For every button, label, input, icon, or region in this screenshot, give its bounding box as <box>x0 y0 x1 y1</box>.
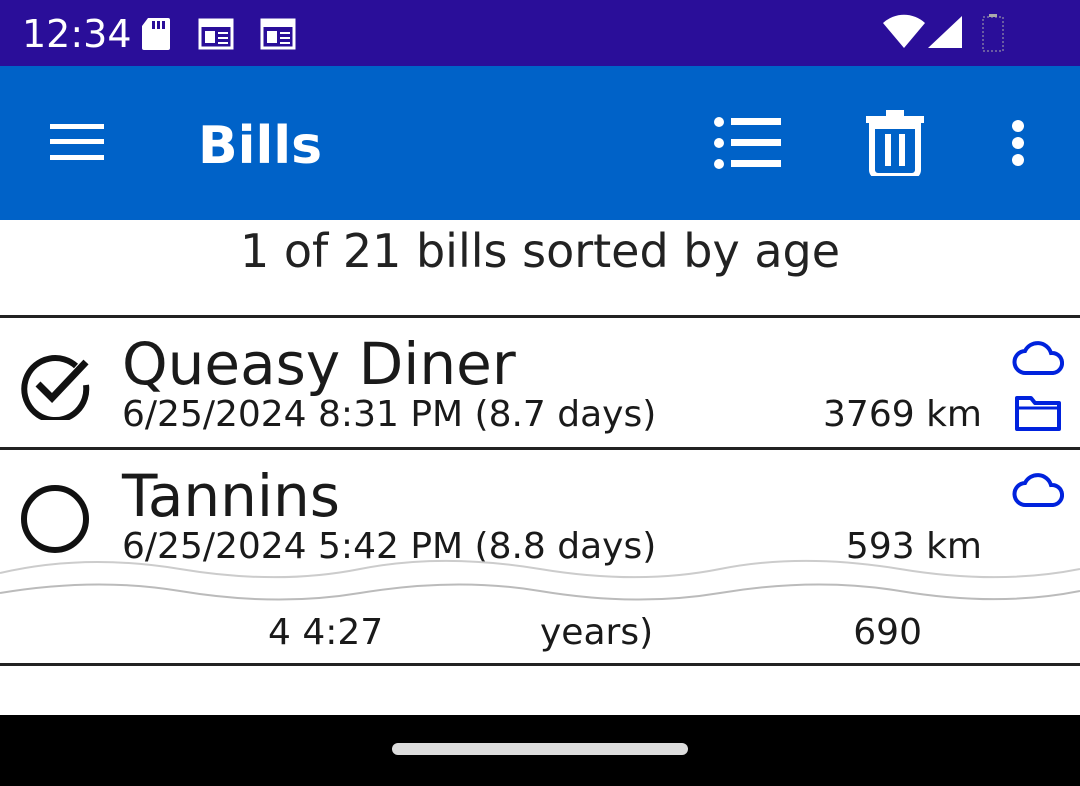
bill-name: Tannins <box>122 462 340 530</box>
summary-text: 1 of 21 bills sorted by age <box>239 224 841 278</box>
bill-distance: 3769 km <box>823 394 982 435</box>
calendar-icon <box>260 18 296 50</box>
bill-date: 6/25/2024 8:31 PM (8.7 days) <box>122 394 657 435</box>
bill-name: Queasy Diner <box>122 330 516 398</box>
navigation-bar <box>0 715 1080 786</box>
list-item[interactable]: Queasy Diner 6/25/2024 8:31 PM (8.7 days… <box>0 315 1080 448</box>
page-title: Bills <box>198 116 323 176</box>
more-options-icon[interactable] <box>1011 120 1025 166</box>
bill-date-fragment: years) <box>540 612 654 653</box>
signal-icon <box>928 16 962 48</box>
menu-icon[interactable] <box>50 122 104 162</box>
cloud-icon[interactable] <box>1012 340 1064 376</box>
app-bar: Bills <box>0 66 1080 220</box>
home-handle[interactable] <box>392 743 688 755</box>
cloud-icon[interactable] <box>1012 472 1064 508</box>
battery-icon <box>982 14 1004 52</box>
folder-icon[interactable] <box>1014 394 1062 432</box>
status-time: 12:34 <box>22 12 132 56</box>
unchecked-circle-icon[interactable] <box>20 484 90 554</box>
list-view-icon[interactable] <box>713 116 781 170</box>
check-circle-icon[interactable] <box>20 350 90 420</box>
bill-date-fragment: 4 4:27 <box>268 612 384 653</box>
status-bar: 12:34 <box>0 0 1080 66</box>
torn-edge <box>0 559 1080 601</box>
bill-distance-fragment: 690 <box>853 612 922 653</box>
list-item[interactable] <box>0 663 1080 718</box>
sd-card-icon <box>142 18 170 50</box>
calendar-icon <box>198 18 234 50</box>
wifi-icon <box>883 14 925 49</box>
trash-icon[interactable] <box>866 110 924 176</box>
